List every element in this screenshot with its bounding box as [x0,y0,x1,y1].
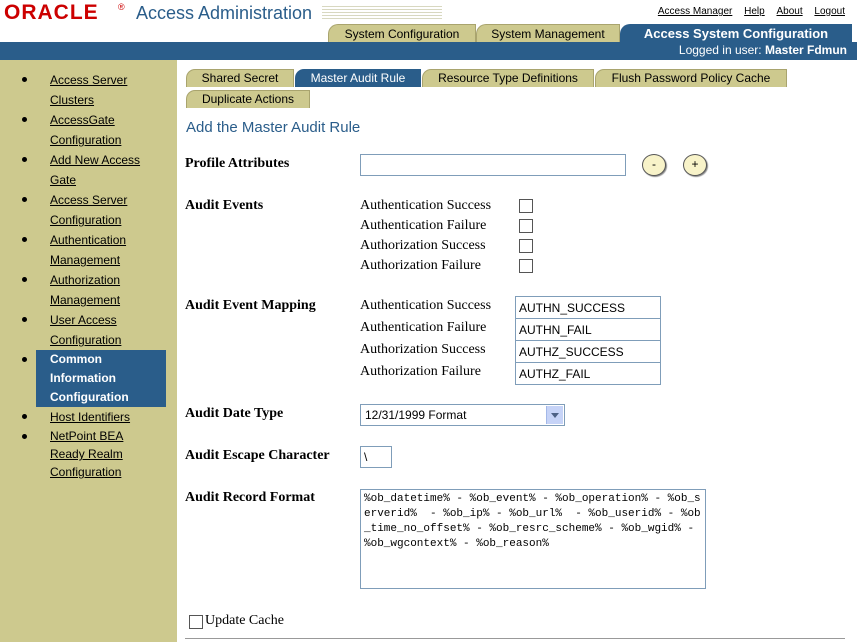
audit-event-authn-failure-label: Authentication Failure [360,218,487,233]
oracle-logo: ORACLE [4,1,99,24]
audit-events-label: Audit Events [185,198,264,213]
audit-event-authz-success-label: Authorization Success [360,238,486,253]
app-title: Access Administration [136,3,313,23]
mapping-authn-failure-input[interactable] [515,318,661,341]
mapping-authz-failure-input[interactable] [515,362,661,385]
sidebar-link-authorization-management[interactable]: Authorization Management [36,270,166,310]
sidebar-item-add-new-access-gate: Add New Access Gate [22,150,166,190]
subtab-duplicate-actions[interactable]: Duplicate Actions [186,90,310,108]
add-attribute-button[interactable]: + [683,154,707,176]
audit-event-authn-success-label: Authentication Success [360,198,492,213]
logout-link[interactable]: Logout [814,6,845,17]
registered-mark: ® [118,2,125,12]
subtab-resource-type-definitions[interactable]: Resource Type Definitions [422,69,594,87]
tab-system-configuration[interactable]: System Configuration [328,24,476,43]
sidebar-link-netpoint-bea-ready-realm[interactable]: NetPoint BEA Ready Realm Configuration [36,427,166,481]
bullet-icon [22,277,27,282]
chevron-down-icon[interactable] [546,406,563,424]
subtab-shared-secret[interactable]: Shared Secret [186,69,294,87]
bullet-icon [22,117,27,122]
divider [185,638,845,639]
logged-in-username: Master Fdmun [764,43,847,57]
audit-event-authn-failure-checkbox[interactable] [519,219,533,233]
audit-date-type-label: Audit Date Type [185,406,284,421]
main-content: Shared Secret Master Audit Rule Resource… [177,60,857,642]
audit-date-type-select[interactable]: 12/31/1999 Format [360,404,565,426]
sidebar: Access Server Clusters AccessGate Configur… [0,60,177,642]
audit-date-type-value: 12/31/1999 Format [365,408,467,422]
sidebar-link-user-access-configuration[interactable]: User Access Configuration [36,310,166,350]
sidebar-item-common-information-configuration: Common Information Configuration [22,350,166,407]
mapping-authz-success-label: Authorization Success [360,342,486,357]
sidebar-link-accessgate-configuration[interactable]: AccessGate Configuration [36,110,166,150]
sidebar-item-accessgate-configuration: AccessGate Configuration [22,110,166,150]
about-link[interactable]: About [776,6,802,17]
profile-attributes-input[interactable] [360,154,626,176]
decorative-stripes [322,6,442,20]
audit-event-authz-failure-checkbox[interactable] [519,259,533,273]
sidebar-link-access-server-configuration[interactable]: Access Server Configuration [36,190,166,230]
update-cache-label: Update Cache [205,613,284,628]
bullet-icon [22,237,27,242]
bullet-icon [22,77,27,82]
sidebar-item-netpoint-bea-ready-realm: NetPoint BEA Ready Realm Configuration [22,427,166,481]
top-links: Access Manager Help About Logout [649,6,845,17]
sidebar-item-authentication-management: Authentication Management [22,230,166,270]
audit-event-authz-success-checkbox[interactable] [519,239,533,253]
bullet-icon [22,197,27,202]
bullet-icon [22,434,27,439]
audit-event-authn-success-checkbox[interactable] [519,199,533,213]
update-cache-checkbox[interactable] [189,615,203,629]
sidebar-item-authorization-management: Authorization Management [22,270,166,310]
sidebar-link-authentication-management[interactable]: Authentication Management [36,230,166,270]
logged-in-user: Logged in user: Master Fdmun [679,43,847,57]
tab-access-system-configuration[interactable]: Access System Configuration [620,24,852,43]
mapping-authz-success-input[interactable] [515,340,661,363]
logged-in-prefix: Logged in user: [678,43,762,57]
bullet-icon [22,157,27,162]
access-manager-link[interactable]: Access Manager [658,6,732,17]
audit-escape-character-label: Audit Escape Character [185,448,330,463]
mapping-authn-success-input[interactable] [515,296,661,319]
remove-attribute-button[interactable]: - [642,154,666,176]
sidebar-link-common-information-configuration[interactable]: Common Information Configuration [36,350,166,407]
audit-record-format-label: Audit Record Format [185,490,315,505]
audit-event-authz-failure-label: Authorization Failure [360,258,481,273]
audit-record-format-textarea[interactable]: %ob_datetime% - %ob_event% - %ob_operati… [360,489,706,589]
sidebar-menu: Access Server Clusters AccessGate Configur… [22,70,166,481]
sidebar-item-access-server-clusters: Access Server Clusters [22,70,166,110]
sidebar-link-host-identifiers[interactable]: Host Identifiers [36,407,166,427]
bullet-icon [22,414,27,419]
help-link[interactable]: Help [744,6,765,17]
tab-system-management[interactable]: System Management [476,24,620,43]
mapping-authn-success-label: Authentication Success [360,298,492,313]
page-title: Add the Master Audit Rule [186,119,361,136]
bullet-icon [22,317,27,322]
mapping-authn-failure-label: Authentication Failure [360,320,487,335]
header: ORACLE ® Access Administration Access Ma… [0,0,857,60]
audit-escape-character-input[interactable] [360,446,392,468]
mapping-authz-failure-label: Authorization Failure [360,364,481,379]
sidebar-item-host-identifiers: Host Identifiers [22,407,166,427]
sidebar-link-access-server-clusters[interactable]: Access Server Clusters [36,70,166,110]
bullet-icon [22,357,27,362]
sidebar-item-access-server-configuration: Access Server Configuration [22,190,166,230]
subtab-master-audit-rule[interactable]: Master Audit Rule [295,69,421,87]
subtab-flush-password-policy-cache[interactable]: Flush Password Policy Cache [595,69,787,87]
sidebar-item-user-access-configuration: User Access Configuration [22,310,166,350]
audit-event-mapping-label: Audit Event Mapping [185,298,316,313]
profile-attributes-label: Profile Attributes [185,156,290,171]
sidebar-link-add-new-access-gate[interactable]: Add New Access Gate [36,150,166,190]
